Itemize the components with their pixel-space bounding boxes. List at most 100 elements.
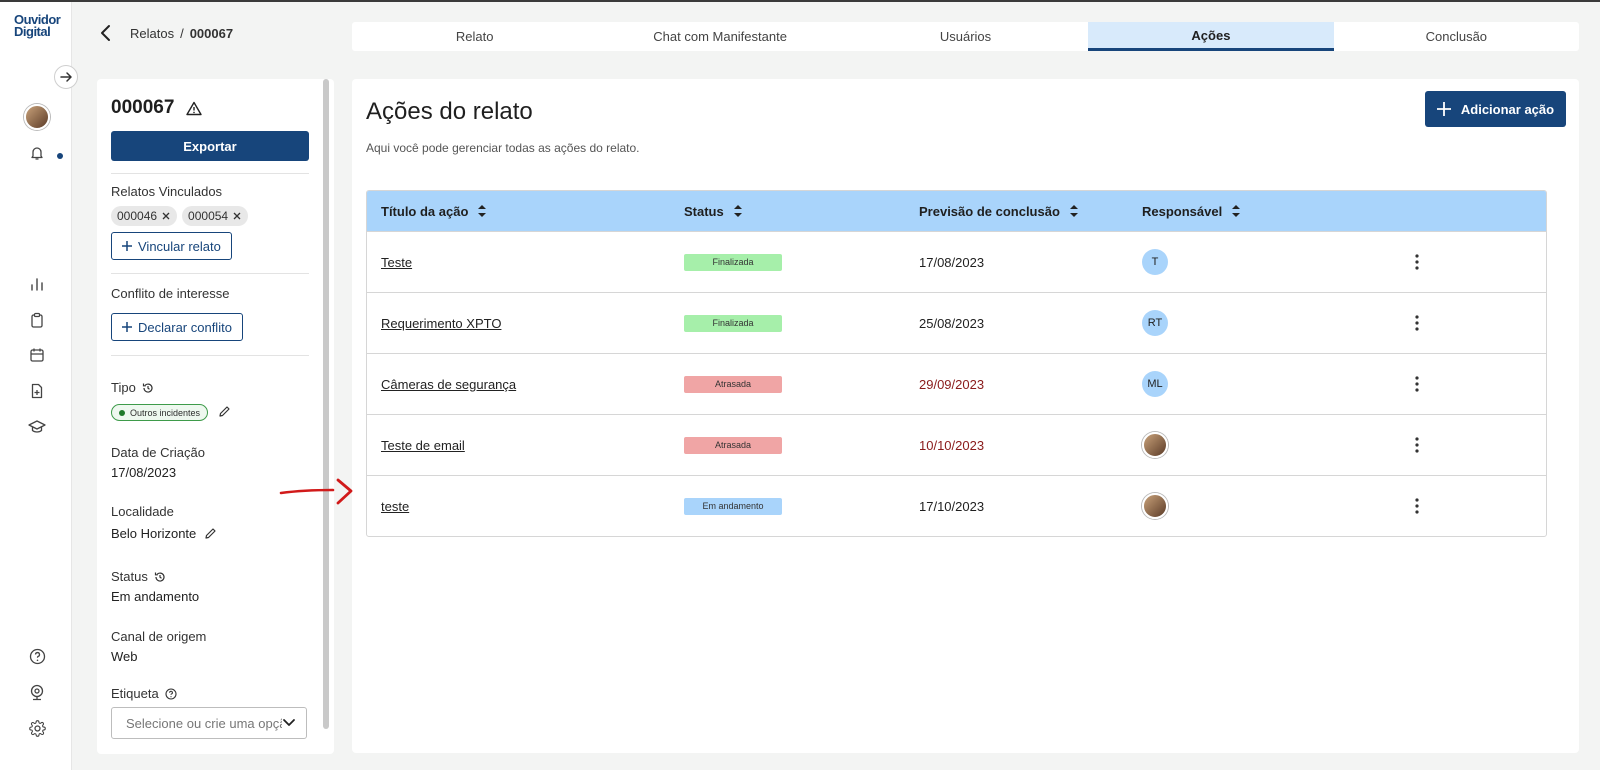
tab-conclusao[interactable]: Conclusão [1334,22,1579,51]
column-header-responsible[interactable]: Responsável [1142,191,1388,231]
linked-report-chip: 000054 [182,206,249,226]
chevron-left-icon [101,25,110,41]
help-circle-icon[interactable] [165,687,177,700]
plus-icon [1436,102,1451,116]
breadcrumb-separator: / [180,25,184,41]
table-row[interactable]: Requerimento XPTO Finalizada 25/08/2023 RT [367,292,1546,353]
actions-panel: Ações do relato Aqui você pode gerenciar… [352,79,1579,753]
more-options-icon[interactable] [1415,498,1419,514]
more-options-icon[interactable] [1415,315,1419,331]
locality-row: Belo Horizonte [111,526,217,541]
due-date: 17/08/2023 [919,254,985,270]
cell-status: Finalizada [684,253,919,271]
side-panel-scrollbar[interactable] [323,79,329,729]
webcam-button[interactable] [27,682,47,702]
locality-value: Belo Horizonte [111,526,197,541]
remove-chip-close-icon[interactable] [232,211,242,221]
column-header-due-date[interactable]: Previsão de conclusão [919,191,1142,231]
created-value: 17/08/2023 [111,465,177,480]
tab-chat[interactable]: Chat com Manifestante [597,22,842,51]
history-icon[interactable] [142,382,154,394]
column-label: Previsão de conclusão [919,203,1060,219]
action-title-link[interactable]: Requerimento XPTO [381,316,501,331]
table-row[interactable]: Câmeras de segurança Atrasada 29/09/2023 ML [367,353,1546,414]
tag-label: Etiqueta [111,686,159,701]
user-avatar[interactable] [24,104,50,130]
avatar[interactable]: ML [1142,371,1168,397]
column-header-title[interactable]: Título da ação [367,191,684,231]
type-badge: Outros incidentes [111,404,209,421]
status-label-row: Status [111,569,166,584]
linked-report-chip: 000046 [111,206,178,226]
cell-title: Requerimento XPTO [367,316,684,331]
avatar[interactable] [1142,432,1168,458]
link-report-button[interactable]: Vincular relato [111,232,232,260]
settings-button[interactable] [27,718,47,738]
cell-due-date: 29/09/2023 [919,377,1142,392]
created-label: Data de Criação [111,445,205,460]
tab-relato[interactable]: Relato [352,22,597,51]
remove-chip-close-icon[interactable] [161,211,171,221]
cell-title: Teste de email [367,438,684,453]
file-plus-icon [31,383,43,399]
plus-icon [122,241,132,251]
sort-icon [1069,205,1078,217]
more-options-icon[interactable] [1415,437,1419,453]
avatar[interactable]: T [1142,249,1168,275]
actions-table: Título da ação Status Previsão de conclu… [366,190,1547,537]
edit-locality-pencil-icon[interactable] [204,527,217,540]
left-rail: Ouvidor Digital [0,2,78,770]
locality-label: Localidade [111,504,174,519]
status-badge: Atrasada [684,436,782,454]
cell-title: Teste [367,255,684,270]
breadcrumb-current: 000067 [189,25,234,41]
type-label-row: Tipo [111,380,154,395]
type-label: Tipo [111,380,136,395]
nav-training[interactable] [27,417,47,437]
add-action-button[interactable]: Adicionar ação [1425,91,1566,127]
back-button[interactable] [100,22,122,44]
avatar[interactable] [1142,493,1168,519]
action-title-link[interactable]: Teste de email [381,438,465,453]
action-title-link[interactable]: Teste [381,255,412,270]
edit-type-pencil-icon[interactable] [218,405,231,418]
chevron-down-icon [282,718,296,728]
report-tabs: Relato Chat com Manifestante Usuários Aç… [352,22,1579,51]
table-row[interactable]: Teste de email Atrasada 10/10/2023 [367,414,1546,475]
nav-new-file[interactable] [27,381,47,401]
cell-menu [1388,498,1446,514]
add-action-label: Adicionar ação [1460,101,1555,117]
cell-status: Finalizada [684,314,919,332]
nav-calendar[interactable] [27,345,47,365]
tag-select[interactable]: Selecione ou crie uma opção [111,707,307,739]
breadcrumb-parent[interactable]: Relatos [130,26,174,41]
status-dot [119,409,125,416]
webcam-icon [30,684,44,700]
nav-reports[interactable] [27,310,47,330]
action-title-link[interactable]: Câmeras de segurança [381,377,516,392]
table-row[interactable]: teste Em andamento 17/10/2023 [367,475,1546,536]
column-label: Título da ação [381,203,469,219]
column-header-status[interactable]: Status [684,191,919,231]
history-icon[interactable] [154,571,166,583]
table-body: Teste Finalizada 17/08/2023 T Requerimento X… [367,231,1546,536]
export-button[interactable]: Exportar [111,131,309,161]
avatar[interactable]: RT [1142,310,1168,336]
tab-usuarios[interactable]: Usuários [843,22,1088,51]
action-title-link[interactable]: teste [381,499,409,514]
expand-sidebar-button[interactable] [54,65,78,89]
app-logo[interactable]: Ouvidor Digital [14,13,64,38]
nav-dashboard[interactable] [27,274,47,294]
chip-label: 000054 [188,209,229,223]
more-options-icon[interactable] [1415,254,1419,270]
more-options-icon[interactable] [1415,376,1419,392]
help-button[interactable] [27,646,47,666]
table-header: Título da ação Status Previsão de conclu… [367,191,1546,231]
table-row[interactable]: Teste Finalizada 17/08/2023 T [367,231,1546,292]
linked-reports-label: Relatos Vinculados [111,184,223,199]
arrow-right-icon [60,72,72,82]
declare-conflict-button[interactable]: Declarar conflito [111,313,243,341]
notifications-button[interactable] [27,143,47,163]
tab-acoes[interactable]: Ações [1088,22,1334,51]
declare-conflict-label: Declarar conflito [138,319,232,335]
